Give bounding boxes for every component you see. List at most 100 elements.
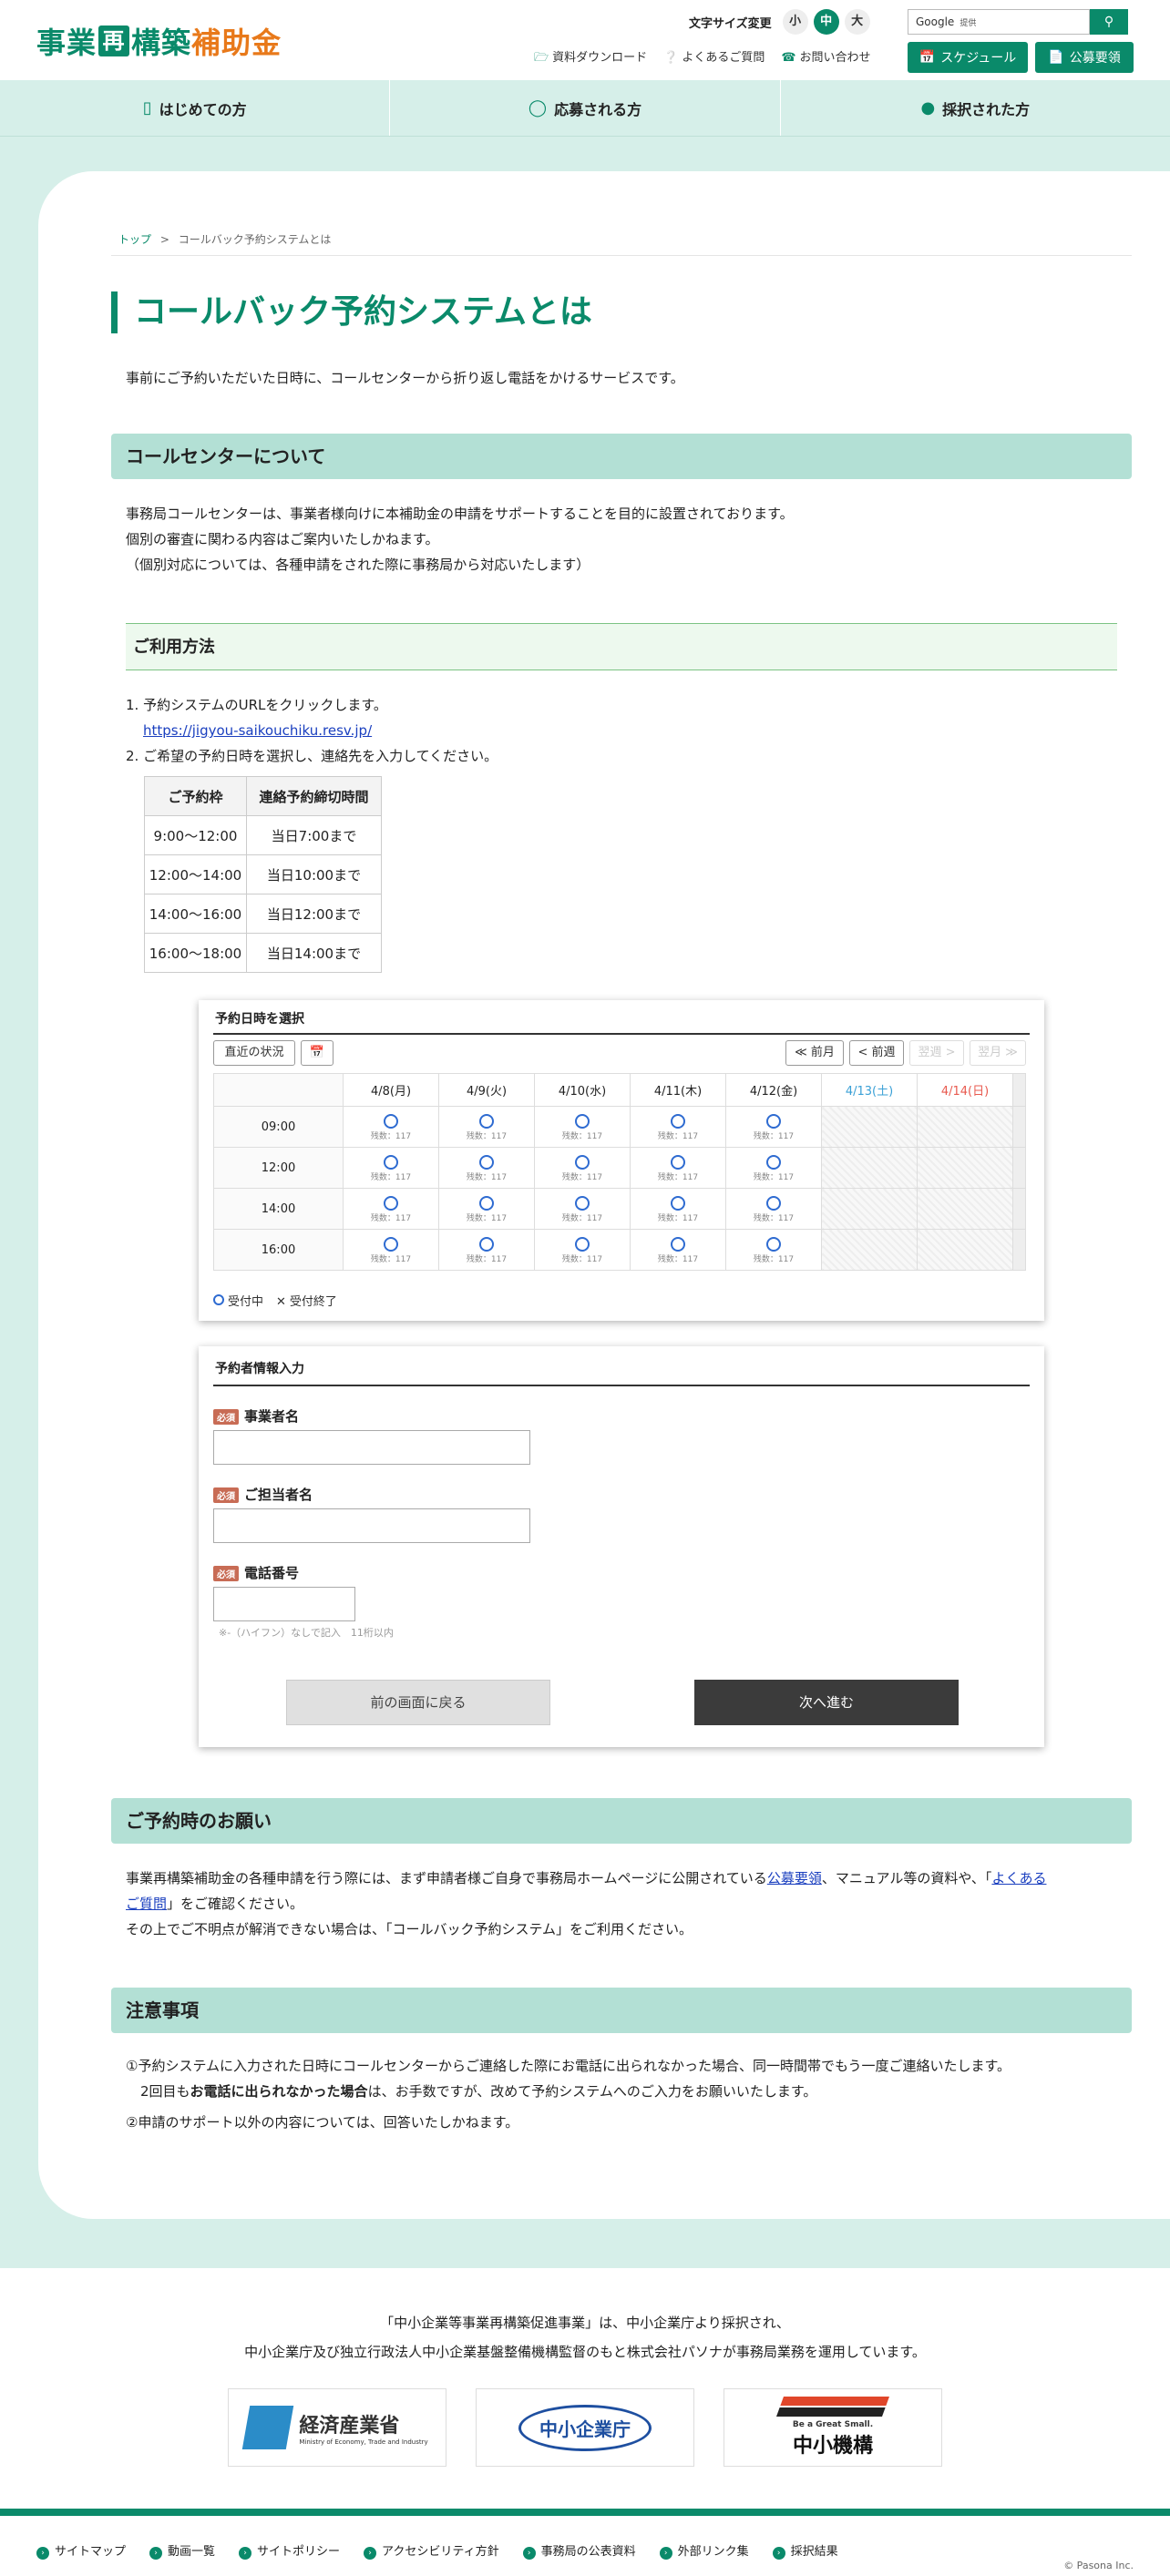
slot-remaining: 残数：117 [370,1213,412,1223]
slot-unavailable [917,1188,1013,1230]
smrj-tagline: Be a Great Small. [792,2420,874,2429]
day-header-sunday: 4/14(日) [917,1073,1013,1107]
table-cell: 当日12:00まで [246,894,382,934]
form-mock-rule [213,1385,1030,1386]
footer-statement: 「中小企業等事業再構築促進事業」は、中小企業庁より採択され、 中小企業庁及び独立… [0,2308,1170,2366]
logo-text-2: 構築 [131,26,192,60]
required-badge: 必須 [213,1487,239,1503]
page-lead: 事前にご予約いただいた日時に、コールセンターから折り返し電話をかけるサービスです… [126,370,684,386]
slot-open: 残数：117 [343,1147,439,1189]
field-label-text: 事業者名 [244,1408,300,1425]
footer-link-results[interactable]: › 採択結果 [772,2541,838,2560]
call-center-line: 個別の審査に関わる内容はご案内いたしかねます。 [126,531,439,547]
font-size-small-button[interactable]: 小 [782,9,808,35]
site-logo[interactable]: 事業再構築 補助金 [36,20,282,62]
nav-item-adopted[interactable]: ● 採択された方 [781,80,1170,136]
slot-remaining: 残数：117 [561,1213,603,1223]
circle-icon [384,1236,398,1252]
form-screenshot: 予約者情報入力 必須 事業者名 必須 ご担当者名 必須 電話番号 ※-（ハイフン）なし… [199,1346,1044,1747]
slot-remaining: 残数：117 [753,1172,795,1182]
next-week-button: 翌週 > [909,1040,964,1066]
smrj-logo[interactable]: Be a Great Small. 中小機構 [724,2388,942,2467]
calendar-icon: 📅 [919,50,936,65]
sme-agency-logo[interactable]: 中小企業庁 [476,2388,694,2467]
prev-week-button: < 前週 [849,1040,904,1066]
header-link-contact[interactable]: ☎ お問い合わせ [781,47,870,69]
usage-step-1: 1. 予約システムのURLをクリックします。 [126,697,387,713]
slot-open: 残数：117 [725,1147,822,1189]
search-input[interactable]: Google 提供 [908,9,1090,35]
reservation-system-link[interactable]: https://jigyou-saikouchiku.resv.jp/ [143,722,372,739]
calendar-scrollbar [1012,1188,1026,1230]
nav-item-applicants[interactable]: ◯ 応募される方 [390,80,781,136]
phone-note: ※-（ハイフン）なしで記入 11桁以内 [219,1627,394,1639]
faq-link-continued[interactable]: ご質問 [126,1896,167,1912]
footer-link-external[interactable]: › 外部リンク集 [659,2541,749,2560]
sme-logo-text: 中小企業庁 [539,2418,631,2440]
note-item-2: ②申請のサポート以外の内容については、回答いたしかねます。 [126,2114,519,2131]
table-cell: 9:00〜12:00 [144,815,247,855]
guidelines-button[interactable]: 📄 公募要領 [1035,42,1134,73]
footer-link-public-docs[interactable]: › 事務局の公表資料 [522,2541,636,2560]
folder-icon: 🗁 [534,51,549,65]
slot-unavailable [917,1106,1013,1148]
table-row: 14:00〜16:00 当日12:00まで [144,894,382,934]
table-cell: 16:00〜18:00 [144,933,247,973]
day-header: 4/8(月) [343,1073,439,1107]
schedule-button[interactable]: 📅 スケジュール [908,42,1028,73]
page-title: コールバック予約システムとは [111,291,592,333]
header-link-label: 資料ダウンロード [552,51,648,65]
search-icon: ⚲ [1103,15,1114,29]
document-icon: 📄 [1048,50,1064,65]
footer-logos: 経済産業省 Ministry of Economy, Trade and Ind… [0,2388,1170,2467]
faq-link[interactable]: よくある [991,1870,1046,1886]
slot-unavailable [821,1106,918,1148]
footer-link-videos[interactable]: › 動画一覧 [149,2541,215,2560]
required-badge: 必須 [213,1566,239,1581]
section-heading-notes: 注意事項 [111,1988,1132,2033]
note-text: 2回目も [140,2083,190,2100]
search-button[interactable]: ⚲ [1090,9,1128,35]
footer-link-label: 事務局の公表資料 [540,2545,636,2559]
time-row: 12:00 残数：117 残数：117 残数：117 残数：117 残数：117 [213,1147,1026,1189]
footer-link-sitemap[interactable]: › サイトマップ [36,2541,126,2560]
meti-logo[interactable]: 経済産業省 Ministry of Economy, Trade and Ind… [228,2388,446,2467]
header-link-label: よくあるご質問 [682,51,765,65]
cross-icon: ✕ [276,1295,286,1309]
slot-remaining: 残数：117 [753,1213,795,1223]
header-link-faq[interactable]: ❔ よくあるご質問 [663,47,765,69]
site-header: 事業再構築 補助金 文字サイズ変更 小 中 大 Google 提供 ⚲ 🗁 資料ダウン… [0,0,1170,80]
request-text: 事業再構築補助金の各種申請を行う際には、まず申請者様ご自身で事務局ホームページに… [126,1866,1121,1942]
slot-remaining: 残数：117 [466,1254,508,1264]
request-text-part: 、マニュアル等の資料や、「 [821,1870,992,1886]
copyright: © Pasona Inc. [1063,2560,1134,2571]
meti-logo-subtext: Ministry of Economy, Trade and Industry [299,2438,428,2446]
nav-item-label: 応募される方 [554,100,642,118]
breadcrumb-home-link[interactable]: トップ [118,233,151,246]
table-header: ご予約枠 [144,776,247,816]
footer-link-label: 動画一覧 [168,2545,216,2559]
table-cell: 12:00〜14:00 [144,854,247,894]
slot-remaining: 残数：117 [657,1213,699,1223]
slot-remaining: 残数：117 [370,1172,412,1182]
slot-open: 残数：117 [725,1229,822,1271]
chevron-right-icon: › [659,2547,672,2560]
footer-link-accessibility[interactable]: › アクセシビリティ方針 [364,2541,499,2560]
time-row: 14:00 残数：117 残数：117 残数：117 残数：117 残数：117 [213,1188,1026,1230]
header-link-download[interactable]: 🗁 資料ダウンロード [534,47,647,69]
guidelines-link[interactable]: 公募要領 [767,1870,822,1886]
form-mock-title: 予約者情報入力 [215,1362,304,1376]
logo-box: 再 [98,26,130,56]
slot-remaining: 残数：117 [370,1254,412,1264]
font-size-medium-button[interactable]: 中 [813,9,839,35]
meti-logo-text: 経済産業省 [299,2415,400,2438]
notes-text: ①予約システムに入力された日時にコールセンターからご連絡した際にお電話に出られな… [126,2053,1128,2135]
phone-field [213,1587,355,1621]
font-size-large-button[interactable]: 大 [844,9,870,35]
table-cell: 当日7:00まで [246,815,382,855]
footer-link-policy[interactable]: › サイトポリシー [239,2541,340,2560]
slot-remaining: 残数：117 [753,1131,795,1141]
nav-item-beginners[interactable]: ▯ はじめての方 [0,80,391,136]
slot-open: 残数：117 [630,1229,726,1271]
legend-closed: 受付終了 [289,1295,337,1309]
